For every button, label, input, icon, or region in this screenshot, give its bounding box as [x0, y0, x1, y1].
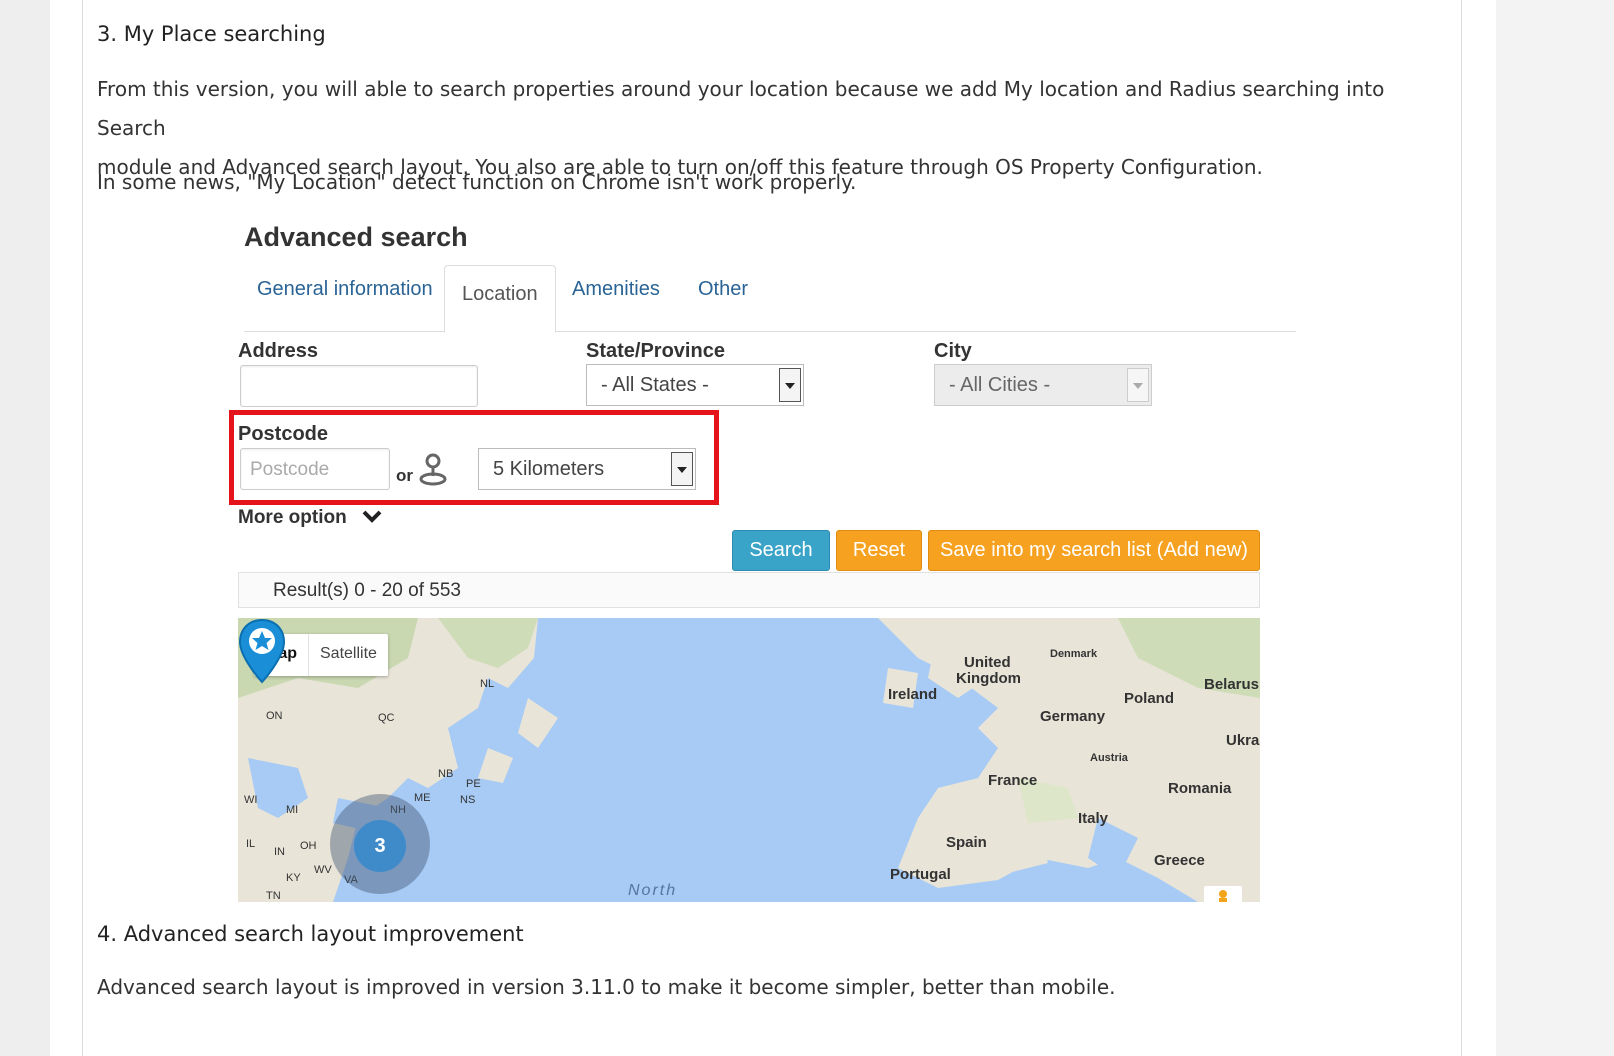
tab-other[interactable]: Other [698, 278, 748, 301]
map-label-austria: Austria [1090, 752, 1128, 764]
map-label-wi: WI [244, 794, 258, 806]
map-label-ireland: Ireland [888, 686, 938, 703]
state-label: State/Province [586, 340, 725, 362]
my-location-pin-icon[interactable] [418, 452, 448, 486]
results-map[interactable]: Map Satellite Ireland United Kingdom Den… [238, 618, 1260, 902]
map-label-ky: KY [286, 872, 301, 884]
chevron-down-icon [779, 368, 801, 402]
map-label-nl: NL [480, 678, 495, 690]
section-3-line-1: From this version, you will able to sear… [97, 77, 1385, 140]
map-type-satellite-button[interactable]: Satellite [309, 634, 388, 676]
map-label-greece: Greece [1154, 852, 1205, 869]
results-count: Result(s) 0 - 20 of 553 [238, 572, 1260, 608]
section-3-note: In some news, "My Location" detect funct… [97, 170, 857, 194]
map-label-pe: PE [466, 778, 481, 790]
map-label-kingdom: Kingdom [956, 670, 1021, 687]
more-option-toggle[interactable]: More option [238, 507, 347, 529]
reset-button[interactable]: Reset [836, 530, 922, 571]
radius-select[interactable]: 5 Kilometers [478, 448, 696, 490]
or-text: or [396, 466, 413, 485]
postcode-input[interactable]: Postcode [240, 448, 390, 490]
map-label-me: ME [414, 792, 431, 804]
map-label-denmark: Denmark [1050, 648, 1098, 660]
tab-amenities[interactable]: Amenities [572, 278, 660, 301]
map-cluster-marker[interactable]: 3 [354, 820, 406, 872]
state-select[interactable]: - All States - [586, 364, 804, 406]
chevron-down-icon[interactable] [362, 508, 382, 524]
radius-select-value: 5 Kilometers [493, 458, 605, 480]
street-view-pegman-icon[interactable] [1204, 886, 1242, 902]
map-label-italy: Italy [1078, 810, 1109, 827]
state-select-value: - All States - [601, 374, 709, 396]
left-gutter [0, 0, 50, 1056]
map-label-france: France [988, 772, 1038, 789]
city-label: City [934, 340, 972, 362]
map-label-portugal: Portugal [890, 866, 951, 883]
map-label-germany: Germany [1040, 708, 1106, 725]
map-label-romania: Romania [1168, 780, 1232, 797]
search-button[interactable]: Search [732, 530, 830, 571]
map-label-united: United [964, 654, 1011, 671]
city-select[interactable]: - All Cities - [934, 364, 1152, 406]
map-label-tn: TN [266, 890, 281, 902]
advanced-search-screenshot: Advanced search General information Loca… [229, 212, 1298, 928]
postcode-label: Postcode [238, 423, 329, 445]
map-label-il: IL [246, 838, 256, 850]
address-input[interactable] [240, 365, 478, 407]
save-search-button[interactable]: Save into my search list (Add new) [928, 530, 1260, 571]
section-4-heading: 4. Advanced search layout improvement [97, 922, 524, 946]
map-label-wv: WV [314, 864, 332, 876]
map-label-ns: NS [460, 794, 476, 806]
chevron-down-icon [1127, 368, 1149, 402]
map-label-spain: Spain [946, 834, 987, 851]
map-label-qc: QC [378, 712, 395, 724]
map-label-mi: MI [286, 804, 299, 816]
chevron-down-icon [671, 452, 693, 486]
tab-location[interactable]: Location [444, 265, 556, 333]
city-select-value: - All Cities - [949, 374, 1051, 396]
map-label-ukra: Ukra [1226, 732, 1260, 749]
map-label-on: ON [266, 710, 283, 722]
search-tabs: General information Location Amenities O… [244, 264, 1296, 333]
map-label-poland: Poland [1124, 690, 1175, 707]
advanced-search-title: Advanced search [244, 222, 468, 252]
tab-general-information[interactable]: General information [257, 278, 433, 301]
map-label-belarus: Belarus [1204, 676, 1260, 693]
map-label-nb: NB [438, 768, 454, 780]
map-ocean-label: North [628, 882, 678, 899]
section-3-heading: 3. My Place searching [97, 22, 326, 46]
map-label-in: IN [274, 846, 285, 858]
address-label: Address [238, 340, 319, 362]
section-4-paragraph: Advanced search layout is improved in ve… [97, 975, 1116, 999]
right-gutter [1496, 0, 1614, 1056]
map-pin-star-icon[interactable] [238, 618, 286, 684]
map-label-oh: OH [300, 840, 317, 852]
